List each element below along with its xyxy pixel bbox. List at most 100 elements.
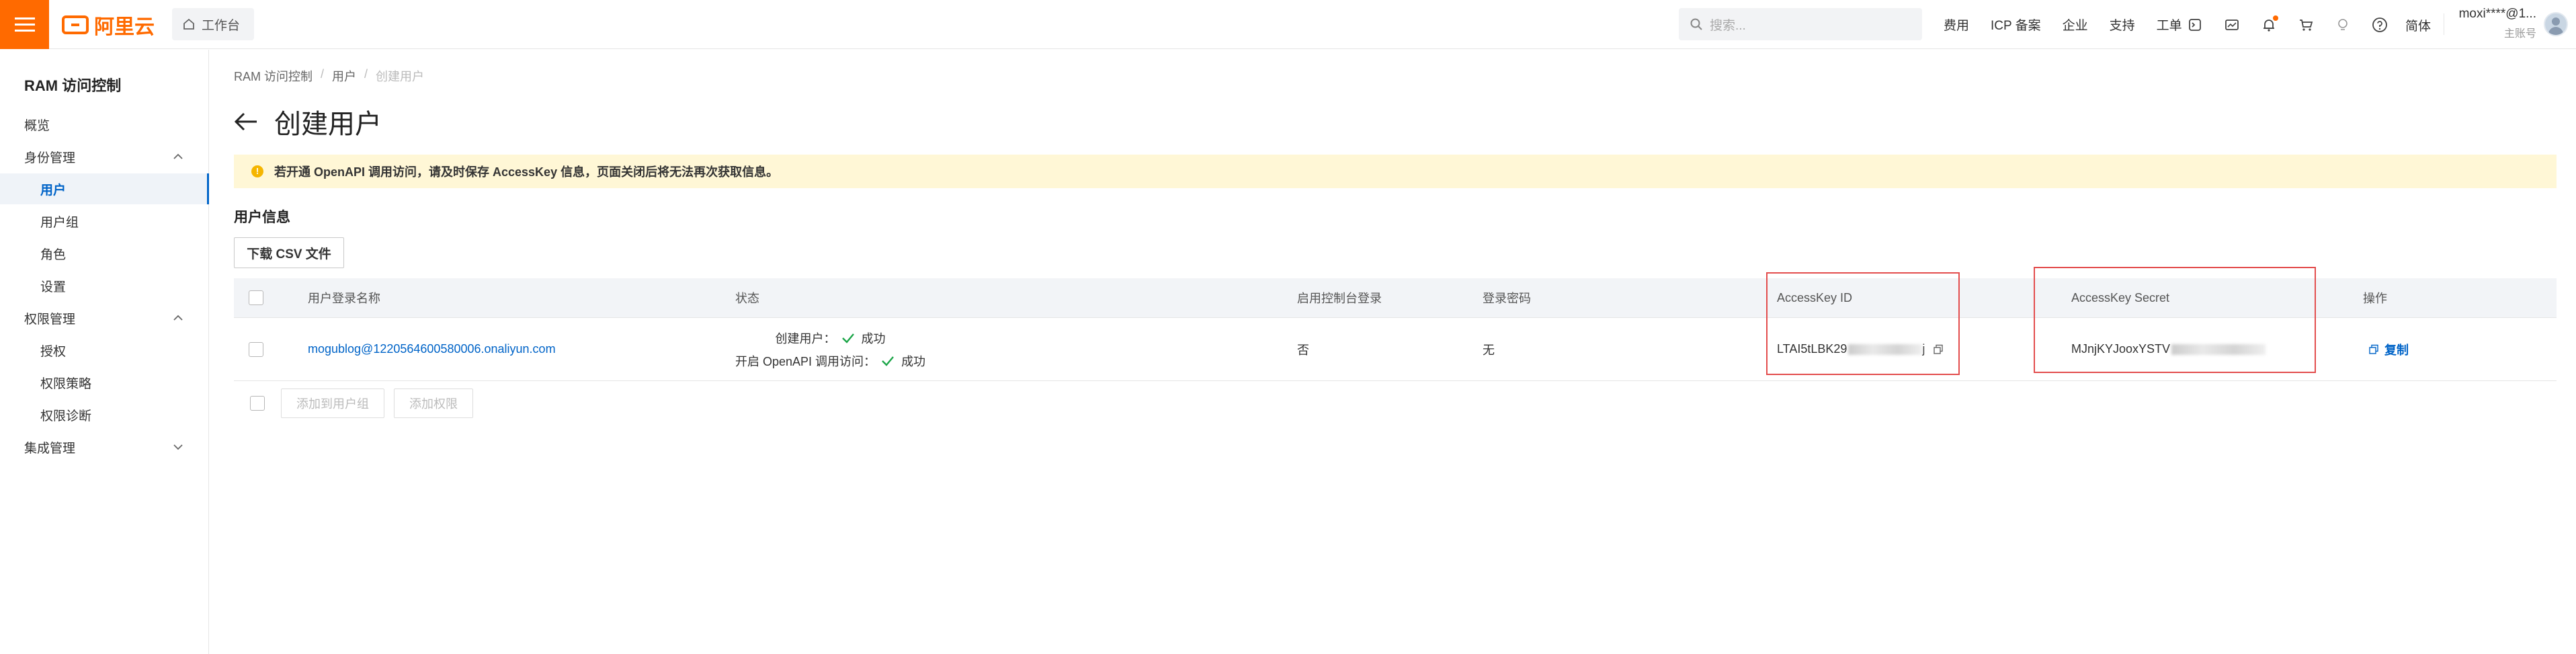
highlight-access-key-secret — [2034, 267, 2316, 373]
download-csv-button[interactable]: 下载 CSV 文件 — [234, 237, 344, 268]
console-login-value: 否 — [1297, 343, 1309, 357]
lightbulb-icon[interactable] — [2335, 17, 2351, 33]
message-icon[interactable] — [2224, 17, 2240, 33]
breadcrumb-current: 创建用户 — [376, 70, 425, 83]
sidebar-item-user-groups[interactable]: 用户组 — [0, 206, 209, 237]
section-title: 用户信息 — [234, 210, 290, 225]
chevron-up-icon — [173, 153, 183, 159]
copy-button[interactable]: 复制 — [2368, 318, 2409, 380]
status-openapi: 开启 OpenAPI 调用访问： 成功 — [735, 352, 925, 370]
batch-actions: 添加到用户组 添加权限 — [250, 389, 473, 418]
language-switch[interactable]: 简体 — [2405, 16, 2431, 34]
page-header: 创建用户 — [234, 102, 382, 141]
add-to-group-button[interactable]: 添加到用户组 — [281, 389, 384, 418]
sidebar-item-label: 权限策略 — [40, 376, 92, 391]
top-nav: 费用 ICP 备案 企业 支持 工单 — [1944, 0, 2204, 49]
batch-select-checkbox[interactable] — [250, 396, 265, 411]
cart-icon[interactable] — [2298, 17, 2314, 33]
header-password: 登录密码 — [1483, 292, 1531, 305]
sidebar-group-integration[interactable]: 集成管理 — [0, 432, 209, 462]
status-create-user: 创建用户： 成功 — [776, 329, 886, 347]
header-login-name: 用户登录名称 — [308, 292, 380, 305]
row-checkbox[interactable] — [249, 341, 263, 357]
page-title: 创建用户 — [274, 110, 382, 139]
nav-enterprise[interactable]: 企业 — [2063, 15, 2088, 34]
sidebar-item-label: 集成管理 — [24, 441, 76, 456]
sidebar-item-label: 用户组 — [40, 215, 79, 230]
breadcrumb-ram[interactable]: RAM 访问控制 — [234, 67, 313, 85]
sidebar-item-policies[interactable]: 权限策略 — [0, 367, 209, 398]
check-icon — [841, 333, 854, 343]
nav-support[interactable]: 支持 — [2110, 15, 2135, 34]
sidebar-item-label: 权限管理 — [24, 312, 76, 327]
breadcrumb-users[interactable]: 用户 — [332, 67, 356, 85]
sidebar-item-grants[interactable]: 授权 — [0, 335, 209, 366]
header-actions: 操作 — [2363, 292, 2387, 305]
copy-icon — [2369, 344, 2378, 354]
sidebar-title: RAM 访问控制 — [24, 77, 122, 94]
warning-icon — [251, 165, 263, 177]
sidebar-item-label: 用户 — [40, 183, 67, 198]
chevron-down-icon — [173, 444, 183, 450]
sidebar-item-label: 设置 — [40, 280, 67, 294]
nav-billing[interactable]: 费用 — [1944, 15, 1969, 34]
status-value: 成功 — [861, 331, 886, 345]
sidebar-group-identity[interactable]: 身份管理 — [0, 141, 209, 172]
nav-icp[interactable]: ICP 备案 — [1991, 15, 2041, 34]
sidebar-item-roles[interactable]: 角色 — [0, 238, 209, 269]
sidebar-item-settings[interactable]: 设置 — [0, 270, 209, 301]
top-icons — [2187, 0, 2409, 49]
account-name: moxi****@1... — [2458, 7, 2536, 21]
help-icon[interactable] — [2372, 17, 2388, 33]
warning-notice: 若开通 OpenAPI 调用访问，请及时保存 AccessKey 信息，页面关闭… — [234, 155, 2557, 188]
breadcrumb: RAM 访问控制 / 用户 / 创建用户 — [234, 67, 424, 85]
password-value: 无 — [1483, 343, 1495, 357]
workbench-label: 工作台 — [202, 18, 241, 33]
bell-icon[interactable] — [2261, 15, 2278, 33]
back-arrow-icon[interactable] — [234, 112, 258, 132]
hamburger-icon — [14, 17, 35, 32]
sidebar-item-overview[interactable]: 概览 — [0, 109, 209, 140]
search-input[interactable]: 搜索... — [1679, 8, 1922, 40]
sidebar-item-label: 身份管理 — [24, 151, 76, 165]
account-menu[interactable]: moxi****@1... 主账号 — [2453, 7, 2536, 40]
account-role: 主账号 — [2503, 28, 2536, 40]
menu-button[interactable] — [0, 0, 49, 49]
terminal-icon[interactable] — [2187, 17, 2203, 33]
status-cell: 创建用户： 成功 开启 OpenAPI 调用访问： 成功 — [735, 318, 925, 380]
home-icon — [183, 18, 194, 30]
aliyun-logo-mark — [62, 15, 89, 34]
sidebar-item-label: 概览 — [24, 118, 50, 133]
chevron-up-icon — [173, 315, 183, 321]
copy-label: 复制 — [2384, 343, 2409, 357]
add-permission-button[interactable]: 添加权限 — [394, 389, 473, 418]
status-label: 创建用户： — [775, 331, 836, 345]
header-console-login: 启用控制台登录 — [1297, 292, 1382, 305]
header-status: 状态 — [735, 292, 759, 305]
status-value: 成功 — [901, 354, 926, 368]
user-login-name[interactable]: mogublog@1220564600580006.onaliyun.com — [308, 318, 556, 380]
sidebar-item-diagnostics[interactable]: 权限诊断 — [0, 399, 209, 430]
warning-text: 若开通 OpenAPI 调用访问，请及时保存 AccessKey 信息，页面关闭… — [274, 165, 779, 179]
sidebar-group-permissions[interactable]: 权限管理 — [0, 302, 209, 333]
workbench-button[interactable]: 工作台 — [172, 8, 254, 40]
search-placeholder: 搜索... — [1710, 18, 1746, 33]
breadcrumb-separator: / — [364, 67, 368, 81]
select-all-checkbox[interactable] — [249, 290, 263, 305]
status-label: 开启 OpenAPI 调用访问： — [735, 354, 876, 368]
sidebar-item-users[interactable]: 用户 — [0, 173, 209, 204]
aliyun-logo[interactable]: 阿里云 — [62, 12, 155, 38]
sidebar: RAM 访问控制 概览 身份管理 用户 用户组 角色 设置 权限管理 授权 权限… — [0, 50, 209, 654]
top-bar: 阿里云 工作台 搜索... 费用 ICP 备案 企业 支持 工单 简体 moxi… — [0, 0, 2576, 49]
nav-ticket[interactable]: 工单 — [2157, 15, 2182, 34]
check-icon — [882, 356, 894, 366]
sidebar-item-label: 角色 — [40, 247, 67, 262]
sidebar-item-label: 授权 — [40, 344, 67, 359]
breadcrumb-separator: / — [321, 67, 325, 81]
highlight-access-key-id — [1766, 272, 1960, 375]
avatar[interactable] — [2544, 12, 2568, 36]
search-icon — [1690, 18, 1702, 30]
sidebar-item-label: 权限诊断 — [40, 409, 92, 423]
notification-dot — [2273, 15, 2278, 21]
brand-name: 阿里云 — [94, 15, 155, 38]
